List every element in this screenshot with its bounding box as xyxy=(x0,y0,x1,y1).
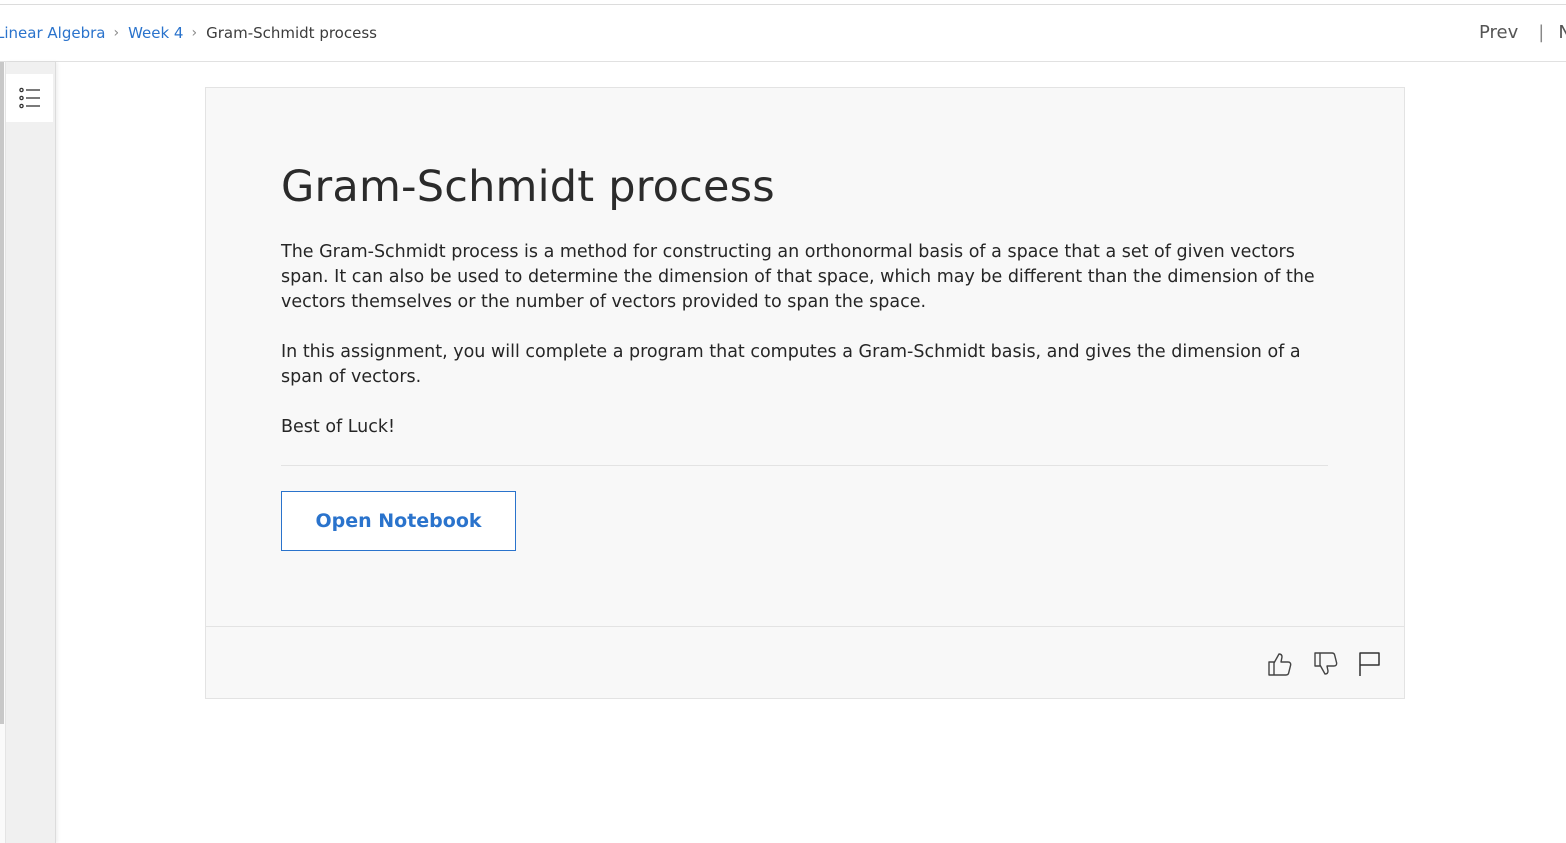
description-paragraph: The Gram-Schmidt process is a method for… xyxy=(281,242,1315,312)
closing-paragraph: Best of Luck! xyxy=(281,417,396,437)
breadcrumb: Linear Algebra › Week 4 › Gram-Schmidt p… xyxy=(0,24,377,42)
left-scrollbar-thumb[interactable] xyxy=(0,62,4,724)
prev-next-nav: Prev | N xyxy=(1479,22,1566,43)
page-title: Gram-Schmidt process xyxy=(281,162,775,212)
sidebar xyxy=(6,62,56,843)
flag-icon[interactable] xyxy=(1356,650,1384,678)
thumbs-down-icon[interactable] xyxy=(1312,650,1340,678)
thumbs-up-icon[interactable] xyxy=(1266,650,1294,678)
nav-separator: | xyxy=(1538,22,1545,43)
feedback-footer xyxy=(206,626,1404,699)
breadcrumb-chevron-icon: › xyxy=(191,25,198,41)
breadcrumb-week-link[interactable]: Week 4 xyxy=(128,24,183,42)
prev-button[interactable]: Prev xyxy=(1479,22,1518,43)
breadcrumb-current: Gram-Schmidt process xyxy=(206,24,377,42)
divider xyxy=(281,465,1328,466)
toc-toggle-button[interactable] xyxy=(6,74,53,122)
page-header: Linear Algebra › Week 4 › Gram-Schmidt p… xyxy=(0,5,1566,62)
assignment-paragraph: In this assignment, you will complete a … xyxy=(281,342,1301,387)
list-icon xyxy=(18,87,40,109)
breadcrumb-chevron-icon: › xyxy=(113,25,120,41)
content-card: Gram-Schmidt process The Gram-Schmidt pr… xyxy=(205,87,1405,699)
next-button[interactable]: N xyxy=(1558,22,1566,43)
breadcrumb-course-link[interactable]: Linear Algebra xyxy=(0,24,105,42)
open-notebook-button[interactable]: Open Notebook xyxy=(281,491,516,551)
